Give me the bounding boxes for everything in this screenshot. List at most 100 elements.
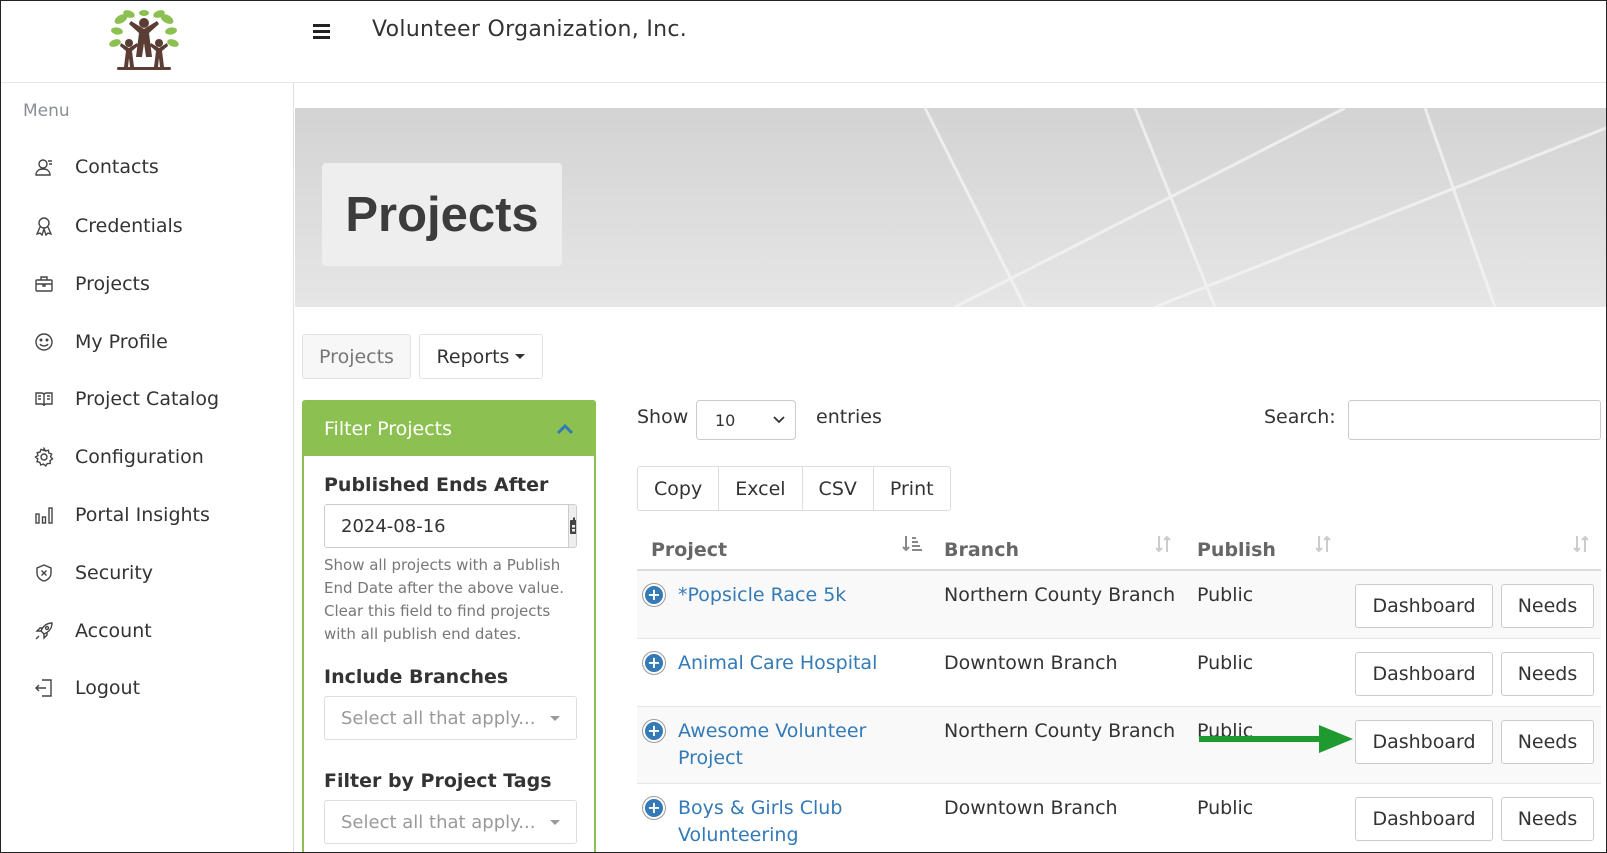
logout-icon <box>33 677 55 699</box>
include-branches-select[interactable]: Select all that apply... <box>324 696 577 740</box>
excel-button[interactable]: Excel <box>719 467 803 510</box>
open-book-icon <box>33 388 55 410</box>
sidebar-item-configuration[interactable]: Configuration <box>1 435 293 479</box>
sort-both-icon[interactable] <box>1153 534 1173 554</box>
shield-icon <box>33 562 55 584</box>
filter-panel: Filter Projects Published Ends After Sho… <box>302 400 596 852</box>
branch-cell: Downtown Branch <box>944 652 1118 674</box>
family-tree-logo[interactable] <box>109 9 179 71</box>
tab-reports-dropdown[interactable]: Reports <box>419 334 543 379</box>
project-link[interactable]: Animal Care Hospital <box>678 650 877 677</box>
sidebar-item-label: My Profile <box>75 331 168 353</box>
expand-row-icon[interactable]: + <box>643 652 665 674</box>
caret-down-icon <box>515 354 526 359</box>
project-tags-select[interactable]: Select all that apply... <box>324 800 577 844</box>
chevron-up-icon[interactable] <box>556 423 574 435</box>
search-label: Search: <box>1264 406 1336 428</box>
export-button-group: Copy Excel CSV Print <box>637 466 951 511</box>
project-tags-placeholder: Select all that apply... <box>341 811 536 833</box>
needs-button[interactable]: Needs <box>1501 720 1594 764</box>
column-header-branch[interactable]: Branch <box>944 532 1019 568</box>
entries-select[interactable]: 10 <box>696 400 796 440</box>
project-link[interactable]: Awesome Volunteer Project <box>678 718 866 772</box>
calendar-icon <box>570 517 576 534</box>
briefcase-icon <box>33 273 55 295</box>
needs-button[interactable]: Needs <box>1501 652 1594 696</box>
project-link[interactable]: Boys & Girls Club Volunteering <box>678 795 842 849</box>
project-tags-label: Filter by Project Tags <box>324 770 552 792</box>
published-ends-help: Show all projects with a Publish End Dat… <box>324 556 565 643</box>
publish-cell: Public <box>1197 652 1254 674</box>
smiley-icon <box>33 331 55 353</box>
sidebar: Menu Contacts Credentials Projects My Pr… <box>1 83 294 852</box>
sidebar-item-security[interactable]: Security <box>1 551 293 595</box>
sidebar-item-project-catalog[interactable]: Project Catalog <box>1 377 293 421</box>
filter-panel-title: Filter Projects <box>324 418 452 440</box>
sidebar-item-credentials[interactable]: Credentials <box>1 204 293 248</box>
dashboard-button[interactable]: Dashboard <box>1355 797 1493 841</box>
calendar-button[interactable] <box>568 505 576 547</box>
publish-cell: Public <box>1197 797 1254 819</box>
dashboard-button[interactable]: Dashboard <box>1355 720 1493 764</box>
csv-button[interactable]: CSV <box>803 467 874 510</box>
sidebar-item-projects[interactable]: Projects <box>1 262 293 306</box>
green-arrow-right-icon <box>1199 725 1353 753</box>
published-ends-input[interactable] <box>325 505 568 547</box>
search-input[interactable] <box>1348 400 1601 440</box>
dashboard-button[interactable]: Dashboard <box>1355 652 1493 696</box>
sidebar-item-contacts[interactable]: Contacts <box>1 145 293 189</box>
entries-label: entries <box>816 406 882 428</box>
sort-both-icon[interactable] <box>1571 534 1591 554</box>
tab-reports-label: Reports <box>436 345 510 368</box>
column-header-publish[interactable]: Publish <box>1197 532 1276 568</box>
expand-row-icon[interactable]: + <box>643 720 665 742</box>
filter-panel-body: Published Ends After Show all projects w… <box>304 474 594 844</box>
hamburger-icon[interactable] <box>313 21 337 45</box>
contacts-icon <box>33 156 55 178</box>
filter-panel-header[interactable]: Filter Projects <box>304 402 594 456</box>
expand-row-icon[interactable]: + <box>643 584 665 606</box>
tab-projects[interactable]: Projects <box>302 334 411 379</box>
print-button[interactable]: Print <box>874 467 950 510</box>
project-link-line: Boys & Girls Club <box>678 797 843 819</box>
sidebar-item-portal-insights[interactable]: Portal Insights <box>1 493 293 537</box>
gear-icon <box>33 446 55 468</box>
sidebar-item-label: Logout <box>75 677 141 699</box>
project-link-line: Awesome Volunteer <box>678 720 867 742</box>
sidebar-item-label: Contacts <box>75 156 159 178</box>
publish-cell: Public <box>1197 584 1254 606</box>
caret-down-icon <box>550 715 560 721</box>
dashboard-button[interactable]: Dashboard <box>1355 584 1493 628</box>
include-branches-label: Include Branches <box>324 666 509 688</box>
expand-row-icon[interactable]: + <box>643 797 665 819</box>
sort-both-icon[interactable] <box>1313 534 1333 554</box>
column-header-project[interactable]: Project <box>651 532 727 568</box>
sidebar-item-label: Project Catalog <box>75 388 220 410</box>
sidebar-item-label: Projects <box>75 273 150 295</box>
branch-cell: Northern County Branch <box>944 720 1176 742</box>
app-window: Volunteer Organization, Inc. Menu Contac… <box>0 0 1607 853</box>
bar-chart-icon <box>33 504 55 526</box>
sidebar-item-label: Account <box>75 620 152 642</box>
needs-button[interactable]: Needs <box>1501 797 1594 841</box>
project-link[interactable]: *Popsicle Race 5k <box>678 582 846 609</box>
sidebar-item-account[interactable]: Account <box>1 609 293 653</box>
sidebar-item-logout[interactable]: Logout <box>1 666 293 710</box>
menu-label: Menu <box>23 101 70 121</box>
top-header: Volunteer Organization, Inc. <box>1 1 1606 83</box>
sidebar-item-label: Security <box>75 562 154 584</box>
show-label: Show <box>637 406 689 428</box>
page-banner: Projects <box>295 108 1606 307</box>
project-link-line: Volunteering <box>678 824 799 846</box>
sidebar-item-my-profile[interactable]: My Profile <box>1 320 293 364</box>
branch-cell: Northern County Branch <box>944 584 1176 606</box>
sort-ascending-icon[interactable] <box>901 534 923 554</box>
caret-down-icon <box>550 819 560 825</box>
sidebar-item-label: Portal Insights <box>75 504 210 526</box>
copy-button[interactable]: Copy <box>638 467 720 510</box>
award-ribbon-icon <box>33 215 55 237</box>
branch-cell: Downtown Branch <box>944 797 1118 819</box>
needs-button[interactable]: Needs <box>1501 584 1594 628</box>
chevron-down-icon <box>773 416 785 424</box>
published-ends-date-group <box>324 504 577 548</box>
